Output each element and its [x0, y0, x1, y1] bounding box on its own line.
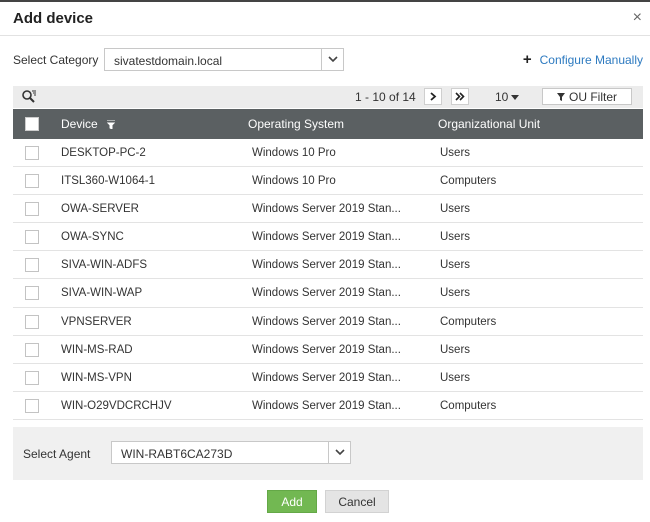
row-checkbox[interactable]: [25, 314, 39, 329]
category-row: Select Category sivatestdomain.local + C…: [0, 48, 650, 72]
dialog-footer: Add Cancel: [0, 490, 650, 514]
row-checkbox[interactable]: [25, 342, 39, 357]
ou-cell: Users: [440, 231, 471, 244]
configure-manually-link[interactable]: + Configure Manually: [522, 51, 643, 68]
os-cell: Windows Server 2019 Stan...: [252, 315, 401, 328]
os-column-header[interactable]: Operating System: [248, 117, 344, 131]
ou-cell: Computers: [440, 399, 497, 412]
agent-select-value: WIN-RABT6CA273D: [121, 447, 233, 461]
table-row[interactable]: WIN-MS-RAD Windows Server 2019 Stan... Use…: [13, 336, 643, 364]
device-cell: OWA-SYNC: [61, 231, 124, 244]
add-device-dialog: Add device × Select Category sivatestdom…: [0, 0, 650, 522]
category-select-value: sivatestdomain.local: [114, 54, 223, 68]
os-cell: Windows Server 2019 Stan...: [252, 259, 401, 272]
table-header: Device Operating System Organizational U…: [13, 109, 643, 139]
table-row[interactable]: SIVA-WIN-WAP Windows Server 2019 Stan... U…: [13, 279, 643, 308]
device-cell: WIN-MS-VPN: [61, 371, 132, 384]
device-cell: SIVA-WIN-WAP: [61, 287, 143, 300]
os-cell: Windows Server 2019 Stan...: [252, 399, 401, 412]
row-checkbox[interactable]: [25, 202, 39, 217]
device-cell: ITSL360-W1064-1: [61, 175, 155, 188]
caret-down-icon: [511, 95, 520, 100]
ou-column-header[interactable]: Organizational Unit: [438, 117, 540, 131]
os-cell: Windows 10 Pro: [252, 147, 336, 159]
row-checkbox[interactable]: [25, 258, 39, 273]
device-cell: VPNSERVER: [61, 315, 132, 328]
add-button[interactable]: Add: [267, 490, 317, 513]
os-cell: Windows 10 Pro: [252, 175, 336, 188]
configure-manually-label: Configure Manually: [539, 53, 643, 67]
device-cell: WIN-MS-RAD: [61, 343, 133, 356]
device-table-body: DESKTOP-PC-2 Windows 10 Pro Users ITSL360-…: [13, 139, 643, 420]
search-filter-icon[interactable]: [21, 89, 37, 105]
page-info: 1 - 10 of 14: [355, 90, 416, 104]
cancel-button[interactable]: Cancel: [325, 490, 389, 513]
ou-filter-label: OU Filter: [569, 89, 617, 104]
ou-cell: Users: [440, 259, 471, 272]
table-row[interactable]: SIVA-WIN-ADFS Windows Server 2019 Stan...…: [13, 251, 643, 280]
table-toolbar: 1 - 10 of 14 10 OU Filter: [13, 86, 643, 108]
ou-cell: Users: [440, 203, 471, 216]
device-header-label: Device: [61, 117, 98, 131]
device-cell: OWA-SERVER: [61, 203, 139, 216]
row-checkbox[interactable]: [25, 174, 39, 189]
os-cell: Windows Server 2019 Stan...: [252, 371, 401, 384]
select-category-label: Select Category: [13, 53, 99, 67]
category-select[interactable]: sivatestdomain.local: [104, 48, 344, 71]
table-row[interactable]: WIN-O29VDCRCHJV Windows Server 2019 Stan.…: [13, 392, 643, 420]
dialog-titlebar: Add device ×: [0, 2, 650, 36]
device-cell: DESKTOP-PC-2: [61, 147, 146, 159]
per-page-select[interactable]: 10: [495, 90, 520, 104]
close-icon[interactable]: ×: [633, 10, 642, 26]
os-cell: Windows Server 2019 Stan...: [252, 231, 401, 244]
os-cell: Windows Server 2019 Stan...: [252, 287, 401, 300]
row-checkbox[interactable]: [25, 398, 39, 413]
os-cell: Windows Server 2019 Stan...: [252, 203, 401, 216]
table-row[interactable]: OWA-SYNC Windows Server 2019 Stan... Users: [13, 223, 643, 252]
select-all-checkbox[interactable]: [25, 117, 39, 131]
row-checkbox[interactable]: [25, 370, 39, 385]
dialog-title: Add device: [13, 10, 94, 27]
chevron-down-icon[interactable]: [321, 49, 343, 70]
agent-section: Select Agent WIN-RABT6CA273D: [13, 427, 643, 480]
ou-cell: Computers: [440, 175, 497, 188]
plus-icon: +: [522, 51, 532, 68]
ou-filter-button[interactable]: OU Filter: [542, 88, 632, 105]
table-row[interactable]: ITSL360-W1064-1 Windows 10 Pro Computers: [13, 167, 643, 196]
per-page-value: 10: [495, 90, 509, 104]
ou-cell: Users: [440, 287, 471, 300]
table-row[interactable]: WIN-MS-VPN Windows Server 2019 Stan... Use…: [13, 364, 643, 392]
next-page-button[interactable]: [424, 88, 442, 105]
row-checkbox[interactable]: [25, 230, 39, 245]
table-row[interactable]: DESKTOP-PC-2 Windows 10 Pro Users: [13, 139, 643, 168]
ou-cell: Computers: [440, 315, 497, 328]
select-agent-label: Select Agent: [23, 447, 91, 461]
funnel-icon: [557, 92, 565, 101]
table-row[interactable]: OWA-SERVER Windows Server 2019 Stan... Use…: [13, 195, 643, 224]
chevron-down-icon[interactable]: [328, 442, 350, 463]
filter-icon[interactable]: [107, 120, 116, 129]
ou-cell: Users: [440, 371, 471, 384]
device-cell: WIN-O29VDCRCHJV: [61, 399, 172, 412]
os-cell: Windows Server 2019 Stan...: [252, 343, 401, 356]
device-cell: SIVA-WIN-ADFS: [61, 259, 148, 272]
ou-cell: Users: [440, 343, 471, 356]
agent-select[interactable]: WIN-RABT6CA273D: [111, 441, 351, 464]
device-column-header[interactable]: Device: [61, 117, 116, 131]
last-page-button[interactable]: [451, 88, 469, 105]
ou-cell: Users: [440, 147, 471, 159]
table-row[interactable]: VPNSERVER Windows Server 2019 Stan... Comp…: [13, 308, 643, 336]
row-checkbox[interactable]: [25, 146, 39, 160]
row-checkbox[interactable]: [25, 286, 39, 301]
